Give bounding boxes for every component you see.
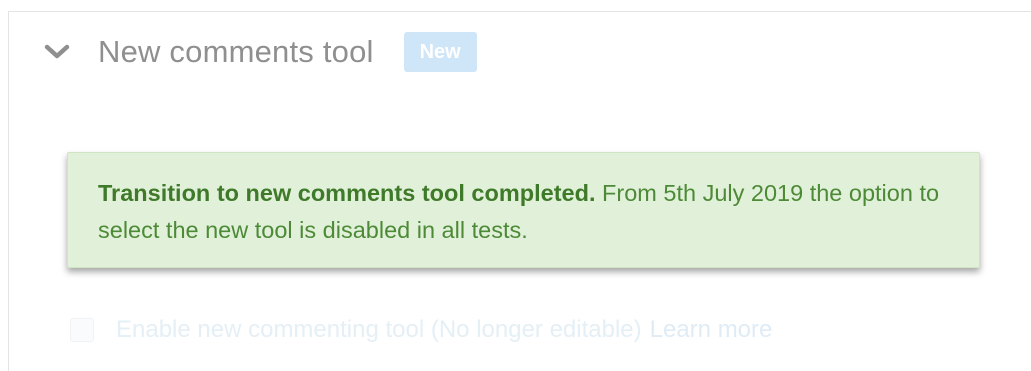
enable-new-tool-label: Enable new commenting tool (No longer ed… xyxy=(116,316,642,343)
enable-new-tool-option: Enable new commenting tool (No longer ed… xyxy=(70,310,772,350)
section-header: New comments tool New xyxy=(44,32,477,72)
chevron-down-icon[interactable] xyxy=(44,42,70,62)
enable-new-tool-checkbox xyxy=(70,318,94,342)
notice-heading: Transition to new comments tool complete… xyxy=(98,180,596,206)
learn-more-link[interactable]: Learn more xyxy=(650,316,773,344)
section-title: New comments tool xyxy=(98,34,374,69)
transition-notice: Transition to new comments tool complete… xyxy=(67,152,980,268)
new-badge: New xyxy=(403,32,477,72)
